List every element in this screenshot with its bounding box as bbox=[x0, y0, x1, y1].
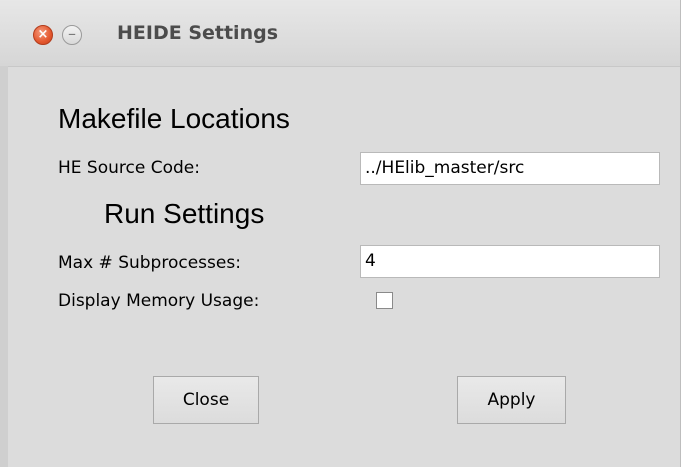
run-settings-heading: Run Settings bbox=[104, 198, 265, 229]
he-source-code-label: HE Source Code: bbox=[58, 158, 200, 178]
settings-window: × – HEIDE Settings Makefile Locations HE… bbox=[0, 0, 681, 467]
display-memory-usage-label: Display Memory Usage: bbox=[58, 291, 260, 311]
close-button[interactable]: Close bbox=[153, 376, 259, 424]
makefile-locations-heading: Makefile Locations bbox=[58, 103, 290, 134]
max-subprocesses-input[interactable]: 4 bbox=[360, 245, 660, 278]
window-close-icon[interactable]: × bbox=[33, 25, 53, 45]
display-memory-usage-checkbox[interactable] bbox=[376, 292, 393, 309]
window-minimize-icon[interactable]: – bbox=[62, 25, 82, 45]
window-title: HEIDE Settings bbox=[117, 22, 278, 44]
he-source-code-input[interactable]: ../HElib_master/src bbox=[360, 152, 660, 185]
window-left-border bbox=[0, 66, 8, 467]
max-subprocesses-label: Max # Subprocesses: bbox=[58, 253, 241, 273]
title-bar[interactable]: × – HEIDE Settings bbox=[0, 0, 680, 67]
apply-button[interactable]: Apply bbox=[457, 376, 566, 424]
